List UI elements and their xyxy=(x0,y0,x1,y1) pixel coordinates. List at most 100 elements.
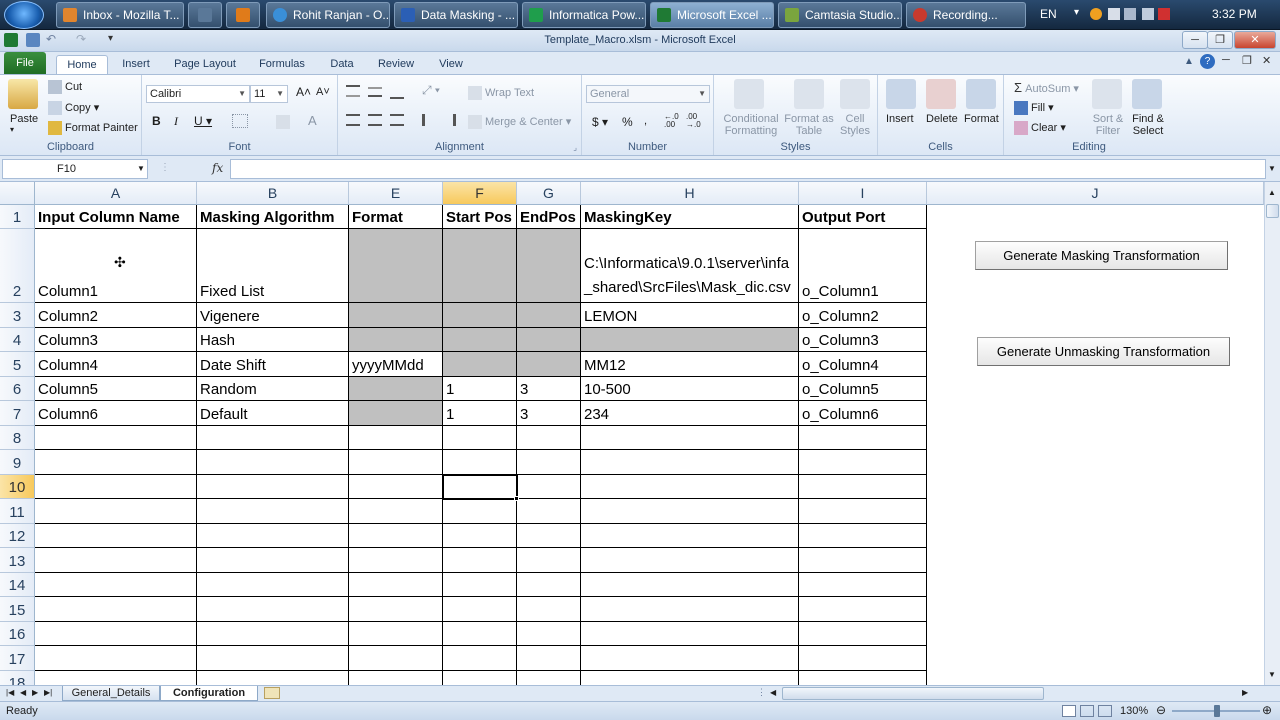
format-painter-button[interactable]: Format Painter xyxy=(48,121,138,135)
empty-cell[interactable] xyxy=(799,646,927,671)
data-cell[interactable]: o_Column3 xyxy=(799,328,927,352)
empty-cell[interactable] xyxy=(197,499,349,524)
row-header[interactable]: 14 xyxy=(0,573,35,597)
font-name-combo[interactable]: Calibri ▼ xyxy=(146,85,250,103)
minimize-button[interactable]: ─ xyxy=(1182,31,1208,49)
data-cell[interactable]: Column4 xyxy=(35,352,197,377)
empty-cell[interactable] xyxy=(517,450,581,475)
tab-home[interactable]: Home xyxy=(56,55,108,74)
vertical-scroll-thumb[interactable] xyxy=(1266,204,1279,218)
empty-cell[interactable] xyxy=(799,475,927,499)
empty-cell[interactable] xyxy=(581,671,799,685)
sheet-tab-configuration[interactable]: Configuration xyxy=(160,686,258,701)
empty-cell[interactable] xyxy=(443,426,517,450)
expand-formula-bar-icon[interactable]: ▼ xyxy=(1268,164,1276,173)
empty-cell[interactable] xyxy=(799,671,927,685)
generate-unmasking-button[interactable]: Generate Unmasking Transformation xyxy=(977,337,1230,366)
fill-button[interactable]: Fill ▾ xyxy=(1014,101,1054,116)
data-cell[interactable] xyxy=(349,229,443,303)
taskbar-item-thunderbird[interactable]: Inbox - Mozilla T... xyxy=(56,2,184,28)
empty-cell[interactable] xyxy=(443,573,517,597)
sort-filter-button[interactable]: Sort & Filter xyxy=(1086,113,1130,137)
conditional-formatting-icon[interactable] xyxy=(734,79,764,109)
data-cell[interactable] xyxy=(517,328,581,352)
data-cell[interactable]: MM12 xyxy=(581,352,799,377)
column-header-e[interactable]: E xyxy=(349,182,443,205)
row-header[interactable]: 8 xyxy=(0,426,35,450)
tab-split-handle-icon[interactable]: ⋮ xyxy=(757,687,766,698)
header-cell-output-port[interactable]: Output Port xyxy=(799,205,927,229)
number-format-combo[interactable]: General ▼ xyxy=(586,85,710,103)
increase-indent-icon[interactable] xyxy=(442,114,456,126)
empty-cell[interactable] xyxy=(517,597,581,622)
row-header[interactable]: 11 xyxy=(0,499,35,524)
row-header[interactable]: 16 xyxy=(0,622,35,646)
data-cell[interactable]: yyyyMMdd xyxy=(349,352,443,377)
header-cell-end-pos[interactable]: EndPos xyxy=(517,205,581,229)
empty-cell[interactable] xyxy=(35,573,197,597)
empty-cell[interactable] xyxy=(581,524,799,548)
insert-function-button[interactable]: fx xyxy=(212,161,223,175)
empty-cell[interactable] xyxy=(349,622,443,646)
column-header-j[interactable]: J xyxy=(927,182,1264,205)
workbook-minimize-icon[interactable]: ─ xyxy=(1222,54,1230,66)
data-cell[interactable]: Default xyxy=(197,401,349,426)
data-cell[interactable] xyxy=(517,303,581,328)
row-header[interactable]: 5 xyxy=(0,352,35,377)
tray-record-icon[interactable] xyxy=(1158,8,1170,20)
empty-cell[interactable] xyxy=(581,646,799,671)
grow-font-icon[interactable]: A˄ xyxy=(296,85,311,99)
empty-cell[interactable] xyxy=(197,597,349,622)
taskbar-item-app[interactable] xyxy=(188,2,222,28)
sort-filter-icon[interactable] xyxy=(1092,79,1122,109)
tray-flag-icon[interactable] xyxy=(1108,8,1120,20)
scroll-right-icon[interactable]: ▶ xyxy=(1242,688,1248,697)
underline-icon[interactable]: U ▾ xyxy=(194,114,212,128)
empty-cell[interactable] xyxy=(581,426,799,450)
column-j-area[interactable] xyxy=(927,205,1264,685)
empty-cell[interactable] xyxy=(443,548,517,573)
empty-cell[interactable] xyxy=(443,622,517,646)
data-cell[interactable]: o_Column6 xyxy=(799,401,927,426)
delete-cells-icon[interactable] xyxy=(926,79,956,109)
delete-cells-button[interactable]: Delete xyxy=(926,113,958,125)
data-cell[interactable]: 1 xyxy=(443,377,517,401)
alignment-dialog-launcher-icon[interactable]: ⌟ xyxy=(573,143,577,152)
data-cell[interactable] xyxy=(517,352,581,377)
empty-cell[interactable] xyxy=(517,499,581,524)
taskbar-item-word[interactable]: Data Masking - ... xyxy=(394,2,518,28)
empty-cell[interactable] xyxy=(517,573,581,597)
empty-cell[interactable] xyxy=(799,548,927,573)
data-cell[interactable]: Column5 xyxy=(35,377,197,401)
data-cell[interactable]: Random xyxy=(197,377,349,401)
column-header-i[interactable]: I xyxy=(799,182,927,205)
header-cell-input-column[interactable]: Input Column Name xyxy=(35,205,197,229)
tab-data[interactable]: Data xyxy=(322,55,362,74)
data-cell[interactable]: o_Column4 xyxy=(799,352,927,377)
empty-cell[interactable] xyxy=(197,548,349,573)
zoom-level[interactable]: 130% xyxy=(1120,705,1148,717)
empty-cell[interactable] xyxy=(581,622,799,646)
header-cell-masking-algorithm[interactable]: Masking Algorithm xyxy=(197,205,349,229)
format-cells-icon[interactable] xyxy=(966,79,996,109)
tab-page-layout[interactable]: Page Layout xyxy=(168,55,242,74)
font-size-combo[interactable]: 11 ▼ xyxy=(250,85,288,103)
clear-button[interactable]: Clear ▾ xyxy=(1014,121,1066,136)
column-header-b[interactable]: B xyxy=(197,182,349,205)
data-cell[interactable]: o_Column1 xyxy=(799,229,927,303)
insert-cells-button[interactable]: Insert xyxy=(886,113,914,125)
close-button[interactable]: ✕ xyxy=(1234,31,1276,49)
column-header-g[interactable]: G xyxy=(517,182,581,205)
restore-button[interactable]: ❐ xyxy=(1207,31,1233,49)
data-cell[interactable]: Column6 xyxy=(35,401,197,426)
data-cell[interactable] xyxy=(581,328,799,352)
empty-cell[interactable] xyxy=(517,548,581,573)
row-header[interactable]: 13 xyxy=(0,548,35,573)
workbook-close-icon[interactable]: ✕ xyxy=(1262,54,1271,67)
align-right-icon[interactable] xyxy=(390,114,404,126)
empty-cell[interactable] xyxy=(35,450,197,475)
empty-cell[interactable] xyxy=(197,450,349,475)
row-header[interactable]: 4 xyxy=(0,328,35,352)
scroll-down-icon[interactable]: ▼ xyxy=(1268,670,1276,679)
empty-cell[interactable] xyxy=(581,597,799,622)
